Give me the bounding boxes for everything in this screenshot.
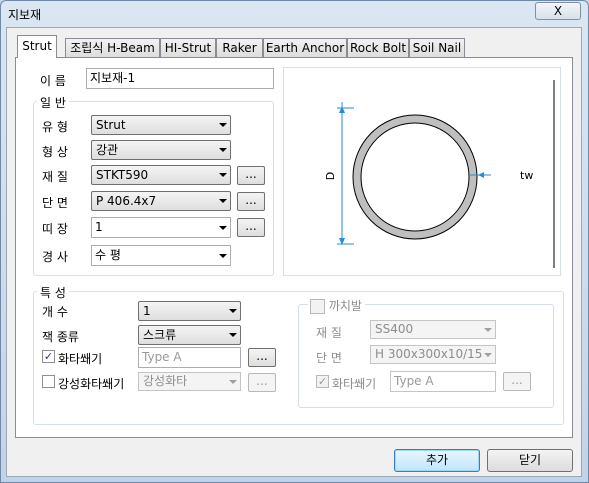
tab-soil-nail[interactable]: Soil Nail: [409, 38, 465, 58]
wale-label: 띠 장: [42, 222, 68, 236]
slope-value: 수 평: [95, 248, 121, 262]
material-browse-button[interactable]: ...: [237, 166, 265, 185]
wedge-browse-button[interactable]: ...: [248, 348, 276, 367]
wedge-type-input[interactable]: Type A: [138, 347, 241, 368]
wedge-checkbox[interactable]: ✓: [42, 350, 55, 363]
name-label: 이 름: [40, 74, 66, 88]
shape-label: 형 상: [42, 145, 68, 159]
chevron-down-icon: [484, 353, 492, 357]
chevron-down-icon: [219, 123, 227, 127]
name-input[interactable]: 지보재-1: [86, 68, 274, 89]
wale-value: 1: [95, 220, 103, 234]
thickness-label: tw: [520, 169, 533, 182]
section-browse-button[interactable]: ...: [237, 192, 265, 211]
material-value: STKT590: [96, 168, 149, 182]
strong-wedge-select[interactable]: 강성화타: [138, 372, 241, 391]
bracing-material-value: SS400: [375, 322, 414, 336]
chevron-down-icon: [484, 328, 492, 332]
slope-combo[interactable]: 수 평: [91, 245, 231, 266]
bracing-section-label: 단 면: [316, 351, 342, 365]
bracing-wedge-label: 화타쐐기: [332, 377, 377, 391]
chevron-down-icon: [219, 254, 227, 258]
tab-raker[interactable]: Raker: [216, 38, 263, 58]
diameter-label: D: [324, 172, 337, 180]
chevron-down-icon: [229, 380, 237, 384]
jack-type-value: 스크류: [143, 328, 177, 342]
close-button[interactable]: 닫기: [487, 449, 573, 472]
window-close-button[interactable]: X: [535, 2, 581, 20]
chevron-down-icon: [219, 199, 227, 203]
type-label: 유 형: [42, 120, 68, 134]
bracing-material-label: 재 질: [316, 326, 342, 340]
shape-value: 강관: [96, 143, 119, 157]
type-select[interactable]: Strut: [91, 115, 231, 135]
window-title: 지보재: [8, 8, 42, 22]
bracing-wedge-input[interactable]: Type A: [390, 371, 496, 392]
tab-earth-anchor[interactable]: Earth Anchor: [263, 38, 347, 58]
section-value: P 406.4x7: [96, 194, 157, 208]
shape-select[interactable]: 강관: [91, 140, 231, 160]
bracing-checkbox[interactable]: [310, 299, 325, 314]
wedge-label: 화타쐐기: [58, 352, 103, 366]
tab-prefab-h-beam[interactable]: 조립식 H-Beam: [65, 38, 160, 58]
chevron-down-icon: [219, 173, 227, 177]
pipe-section-diagram: D tw: [324, 80, 555, 268]
chevron-down-icon: [229, 309, 237, 313]
bracing-group-title-wrap: 까치발: [308, 297, 365, 314]
bracing-section-value: H 300x300x10/15: [375, 347, 483, 361]
count-select[interactable]: 1: [138, 301, 241, 321]
wale-combo[interactable]: 1: [91, 217, 231, 238]
bracing-wedge-browse-button[interactable]: ...: [503, 372, 531, 391]
tab-strut[interactable]: Strut: [17, 35, 57, 58]
arrow-up-icon: [339, 106, 345, 113]
count-value: 1: [143, 304, 151, 318]
bracing-section-select[interactable]: H 300x300x10/15: [370, 345, 496, 364]
strong-wedge-value: 강성화타: [143, 374, 188, 388]
pipe-inner-circle: [360, 122, 470, 232]
general-group-title: 일 반: [37, 94, 69, 111]
bracing-title: 까치발: [328, 299, 362, 313]
chevron-down-icon: [229, 333, 237, 337]
section-diagram-panel: D tw: [283, 67, 561, 276]
count-label: 개 수: [42, 305, 68, 319]
section-label: 단 면: [42, 196, 68, 210]
section-select[interactable]: P 406.4x7: [91, 191, 231, 211]
bracing-material-select[interactable]: SS400: [370, 320, 496, 339]
slope-label: 경 사: [42, 250, 68, 264]
material-label: 재 질: [42, 170, 68, 184]
wale-browse-button[interactable]: ...: [237, 218, 265, 237]
strong-wedge-label: 강성화타쐐기: [58, 377, 125, 391]
jack-type-select[interactable]: 스크류: [138, 325, 241, 345]
tab-hi-strut[interactable]: HI-Strut: [160, 38, 216, 58]
strong-wedge-browse-button[interactable]: ...: [248, 373, 276, 392]
strong-wedge-checkbox[interactable]: [42, 375, 55, 388]
properties-group-title: 특 성: [37, 284, 69, 301]
chevron-down-icon: [219, 226, 227, 230]
jack-type-label: 잭 종류: [42, 330, 79, 344]
material-select[interactable]: STKT590: [91, 165, 231, 185]
tab-rock-bolt[interactable]: Rock Bolt: [347, 38, 409, 58]
type-value: Strut: [96, 118, 126, 132]
chevron-down-icon: [219, 148, 227, 152]
add-button[interactable]: 추가: [394, 449, 480, 472]
bracing-wedge-checkbox[interactable]: ✓: [316, 375, 329, 388]
arrow-left-icon: [478, 172, 484, 178]
